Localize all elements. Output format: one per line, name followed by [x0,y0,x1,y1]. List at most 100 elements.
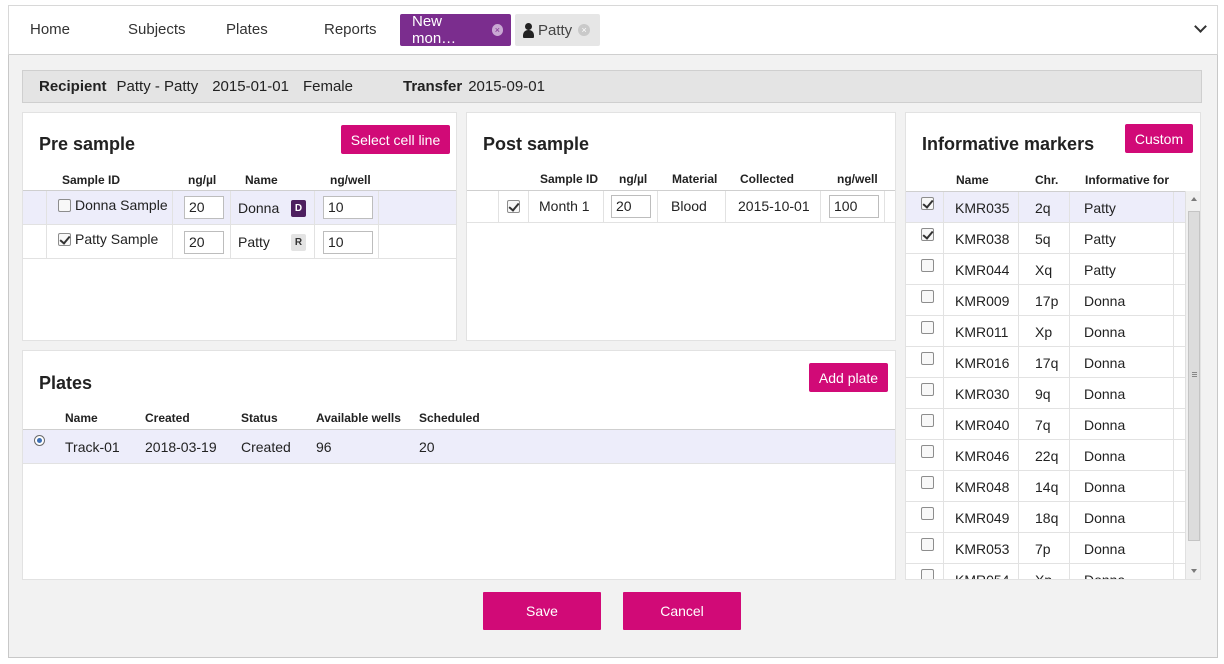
recipient-sex: Female [302,78,353,95]
scrollbar[interactable] [1185,191,1200,579]
sample-checkbox[interactable] [58,233,71,246]
col-header-collected: Collected [740,172,795,186]
col-header-name: Name [956,173,989,187]
ngwell-input[interactable]: 10 [323,231,373,254]
tab-label: Patty [538,21,573,39]
col-header-status: Status [241,411,278,425]
sample-id: Donna Sample [75,197,168,213]
marker-informative-for: Patty [1084,231,1116,247]
cancel-button[interactable]: Cancel [623,592,741,630]
marker-checkbox[interactable] [921,476,934,489]
table-row[interactable]: KMR053 7p Donna [906,533,1185,564]
marker-name: KMR053 [955,541,1010,557]
marker-chr: 18q [1035,510,1059,526]
scroll-up-icon[interactable] [1191,197,1197,201]
col-header-scheduled: Scheduled [419,411,480,425]
table-row[interactable]: KMR016 17q Donna [906,347,1185,378]
tab-new-monitoring[interactable]: New mon… × [400,13,511,47]
marker-name: KMR038 [955,231,1010,247]
marker-informative-for: Donna [1084,324,1126,340]
marker-informative-for: Donna [1084,386,1126,402]
marker-name: KMR054 [955,572,1010,580]
nav-reports[interactable]: Reports [324,21,377,38]
marker-informative-for: Donna [1084,293,1126,309]
ngul-input[interactable]: 20 [611,195,651,218]
marker-checkbox[interactable] [921,228,934,241]
marker-checkbox[interactable] [921,197,934,210]
col-header-chr: Chr. [1035,173,1059,187]
marker-informative-for: Donna [1084,448,1126,464]
tab-patty[interactable]: Patty × [515,14,600,46]
table-row[interactable]: KMR038 5q Patty [906,223,1185,254]
table-row[interactable]: KMR046 22q Donna [906,440,1185,471]
marker-informative-for: Donna [1084,510,1126,526]
marker-informative-for: Patty [1084,200,1116,216]
col-header-ngwell: ng/well [837,172,878,186]
table-row[interactable]: KMR048 14q Donna [906,471,1185,502]
recipient-bar: Recipient Patty - Patty 2015-01-01 Femal… [22,70,1202,103]
marker-informative-for: Donna [1084,479,1126,495]
marker-checkbox[interactable] [921,352,934,365]
marker-checkbox[interactable] [921,538,934,551]
table-row[interactable]: KMR030 9q Donna [906,378,1185,409]
marker-checkbox[interactable] [921,507,934,520]
table-row[interactable]: KMR049 18q Donna [906,502,1185,533]
collected-date: 2015-10-01 [738,198,810,214]
marker-informative-for: Patty [1084,262,1116,278]
col-header-ngwell: ng/well [330,173,371,187]
custom-button[interactable]: Custom [1125,124,1193,153]
marker-checkbox[interactable] [921,414,934,427]
marker-name: KMR048 [955,479,1010,495]
table-row[interactable]: KMR044 Xq Patty [906,254,1185,285]
add-plate-button[interactable]: Add plate [809,363,888,392]
close-icon[interactable]: × [578,24,591,36]
recipient-date: 2015-01-01 [212,78,289,95]
table-row[interactable]: Donna Sample 20 Donna D 10 [23,191,456,225]
table-row[interactable]: Track-01 2018-03-19 Created 96 20 [23,430,895,464]
close-icon[interactable]: × [491,24,503,36]
sample-name: Patty [238,234,270,250]
save-button[interactable]: Save [483,592,601,630]
marker-checkbox[interactable] [921,445,934,458]
marker-checkbox[interactable] [921,383,934,396]
marker-checkbox[interactable] [921,290,934,303]
marker-informative-for: Donna [1084,355,1126,371]
ngul-input[interactable]: 20 [184,231,224,254]
table-row[interactable]: KMR035 2q Patty [906,192,1185,223]
table-row[interactable]: KMR009 17p Donna [906,285,1185,316]
table-row[interactable]: Patty Sample 20 Patty R 10 [23,225,456,259]
col-header-sample-id: Sample ID [540,172,599,186]
donor-badge: D [291,200,306,217]
recipient-name: Patty - Patty [116,78,199,95]
table-row[interactable]: KMR040 7q Donna [906,409,1185,440]
scroll-down-icon[interactable] [1191,569,1197,573]
marker-checkbox[interactable] [921,259,934,272]
marker-chr: 14q [1035,479,1059,495]
col-header-ngul: ng/µl [619,172,648,186]
pre-sample-panel: Pre sample Select cell line Sample ID ng… [22,112,457,341]
plate-available-wells: 96 [316,439,332,455]
marker-checkbox[interactable] [921,569,934,579]
table-row[interactable]: Month 1 20 Blood 2015-10-01 100 [467,191,895,223]
nav-plates[interactable]: Plates [226,21,268,38]
ngwell-input[interactable]: 10 [323,196,373,219]
ngul-input[interactable]: 20 [184,196,224,219]
plate-radio[interactable] [34,435,45,446]
chevron-down-icon[interactable] [1194,20,1207,33]
sample-checkbox[interactable] [507,200,520,213]
table-row[interactable]: KMR011 Xp Donna [906,316,1185,347]
select-cell-line-button[interactable]: Select cell line [341,125,450,154]
transfer-label: Transfer [402,78,463,95]
marker-informative-for: Donna [1084,572,1126,580]
nav-subjects[interactable]: Subjects [128,21,186,38]
marker-name: KMR035 [955,200,1010,216]
table-row[interactable]: KMR054 Xp Donna [906,564,1185,580]
ngwell-input[interactable]: 100 [829,195,879,218]
nav-home[interactable]: Home [30,21,70,38]
sample-checkbox[interactable] [58,199,71,212]
scrollbar-thumb[interactable] [1188,211,1200,541]
material: Blood [671,198,707,214]
marker-chr: Xq [1035,262,1053,278]
col-header-name: Name [245,173,278,187]
marker-checkbox[interactable] [921,321,934,334]
